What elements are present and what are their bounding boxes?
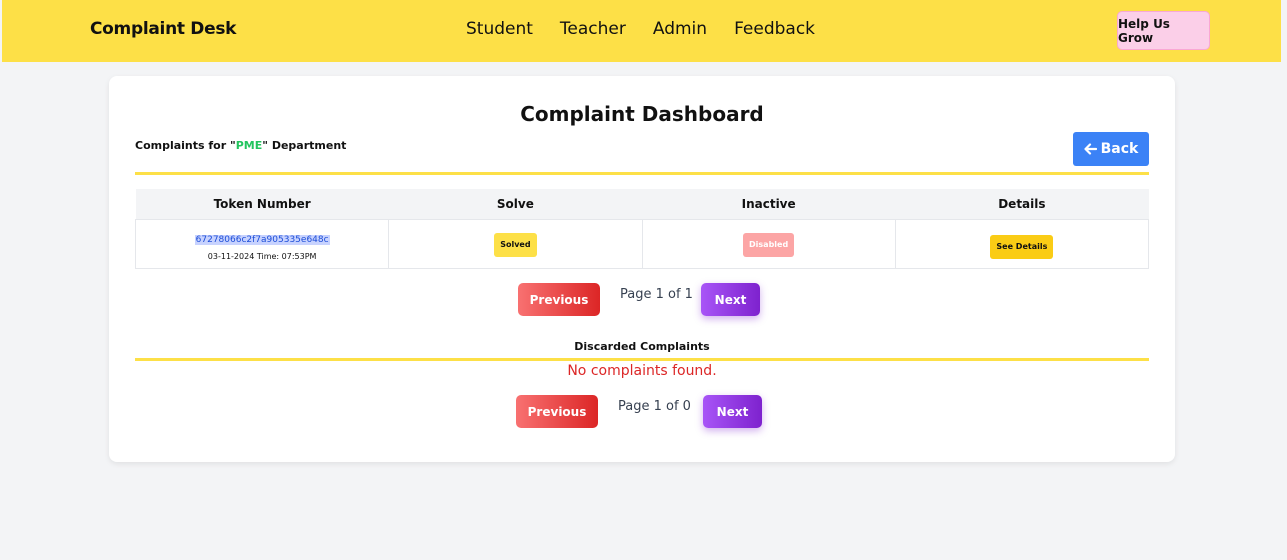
nav-link-student[interactable]: Student — [466, 19, 533, 39]
nav-link-feedback[interactable]: Feedback — [734, 19, 815, 39]
column-header-token: Token Number — [135, 189, 389, 220]
help-us-grow-button[interactable]: Help Us Grow — [1117, 11, 1210, 50]
page-title: Complaint Dashboard — [520, 102, 764, 126]
back-label: Back — [1100, 141, 1139, 157]
column-header-details: Details — [895, 189, 1149, 220]
token-cell: 67278066c2f7a905335e648c 03-11-2024 Time… — [134, 219, 390, 269]
inactive-cell: Disabled — [641, 219, 896, 269]
brand-title[interactable]: Complaint Desk — [90, 19, 236, 39]
column-header-solve: Solve — [388, 189, 642, 220]
discarded-page-info: Page 1 of 0 — [618, 399, 691, 414]
next-button[interactable]: Next — [701, 283, 760, 316]
empty-message: No complaints found. — [567, 363, 717, 379]
discarded-previous-button[interactable]: Previous — [516, 395, 598, 428]
department-name: PME — [235, 139, 263, 152]
arrow-left-icon — [1084, 143, 1097, 155]
table-header-row: Token Number Solve Inactive Details — [135, 189, 1149, 220]
token-date: 03-11-2024 Time: 07:53PM — [207, 252, 317, 261]
divider — [135, 172, 1149, 175]
column-header-inactive: Inactive — [642, 189, 896, 220]
divider — [135, 358, 1149, 361]
complaints-table: Token Number Solve Inactive Details 6727… — [134, 189, 1150, 269]
disabled-button[interactable]: Disabled — [743, 232, 795, 257]
navbar: Complaint Desk Student Teacher Admin Fee… — [2, 0, 1281, 62]
back-button[interactable]: Back — [1073, 132, 1149, 166]
discarded-complaints-title: Discarded Complaints — [574, 340, 710, 353]
discarded-next-button[interactable]: Next — [703, 395, 762, 428]
table-row: 67278066c2f7a905335e648c 03-11-2024 Time… — [134, 219, 1150, 269]
dept-suffix: " Department — [262, 139, 347, 152]
dept-prefix: Complaints for " — [135, 139, 236, 152]
token-number[interactable]: 67278066c2f7a905335e648c — [194, 235, 330, 245]
solve-cell: Solved — [388, 219, 643, 269]
nav-links: Student Teacher Admin Feedback — [466, 19, 815, 39]
department-label: Complaints for "PME" Department — [135, 139, 346, 152]
solved-button[interactable]: Solved — [494, 232, 537, 257]
dashboard-card: Complaint Dashboard Complaints for "PME"… — [109, 76, 1175, 462]
previous-button[interactable]: Previous — [518, 283, 600, 316]
page-info: Page 1 of 1 — [620, 287, 693, 302]
see-details-button[interactable]: See Details — [990, 235, 1054, 259]
nav-link-teacher[interactable]: Teacher — [560, 19, 626, 39]
details-cell: See Details — [894, 219, 1150, 269]
nav-link-admin[interactable]: Admin — [653, 19, 707, 39]
